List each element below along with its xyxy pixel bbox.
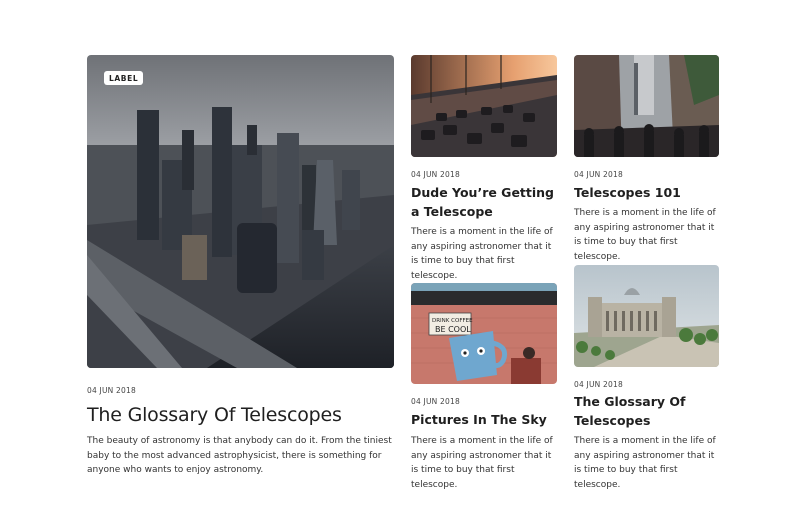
card-title[interactable]: The Glossary Of Telescopes [574, 392, 724, 430]
hero-title[interactable]: The Glossary Of Telescopes [87, 404, 407, 426]
mural-sign-line2: BE COOL [435, 325, 471, 334]
card-title[interactable]: Telescopes 101 [574, 183, 724, 202]
card-image-traffic[interactable] [411, 55, 557, 157]
card-description: There is a moment in the life of any asp… [411, 227, 553, 281]
hero-date: 04 JUN 2018 [87, 386, 136, 395]
card-image-street[interactable] [574, 55, 719, 157]
mural-sign-line1: DRINK COFFEE [432, 318, 473, 324]
card-image-building[interactable] [574, 265, 719, 367]
label-badge: LABEL [104, 71, 144, 85]
card-title[interactable]: Dude You’re Getting a Telescope [411, 183, 561, 221]
hero-image[interactable]: LABEL [87, 55, 394, 368]
card-description: There is a moment in the life of any asp… [411, 436, 553, 490]
card-date: 04 JUN 2018 [574, 170, 623, 179]
card-date: 04 JUN 2018 [574, 380, 623, 389]
card-image-mural[interactable]: DRINK COFFEE BE COOL [411, 283, 557, 384]
card-title[interactable]: Pictures In The Sky [411, 410, 561, 429]
card-date: 04 JUN 2018 [411, 397, 460, 406]
card-description: There is a moment in the life of any asp… [574, 208, 716, 262]
card-date: 04 JUN 2018 [411, 170, 460, 179]
card-description: There is a moment in the life of any asp… [574, 436, 716, 490]
hero-description: The beauty of astronomy is that anybody … [87, 436, 392, 475]
